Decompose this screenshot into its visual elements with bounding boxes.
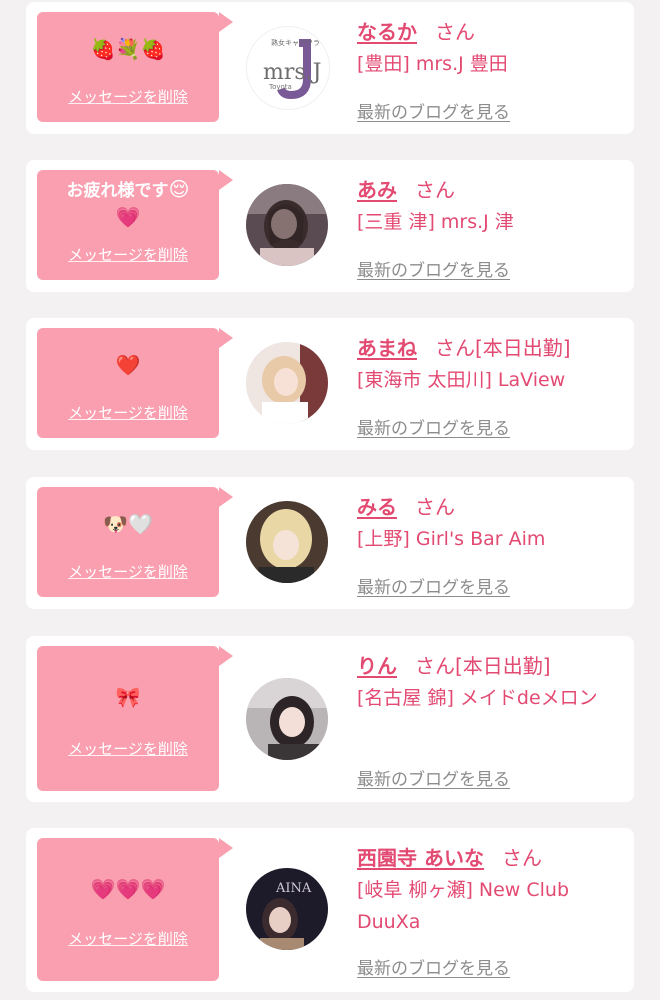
heart-emoji: 💗 <box>115 205 141 229</box>
avatar[interactable] <box>246 501 328 583</box>
girl-name-link[interactable]: 西園寺 あいな <box>357 846 484 870</box>
message-text-body: お疲れ様です <box>66 181 169 201</box>
message-text: ❤️ <box>115 353 141 377</box>
shop-name: [上野] Girl's Bar Aim <box>357 528 546 550</box>
delete-message-link[interactable]: メッセージを削除 <box>37 244 219 265</box>
status-text: [本日出勤] <box>475 336 571 360</box>
mrs-j-logo: 熟女キャバクラ mrs.J Toyota <box>247 27 329 109</box>
honorific: さん <box>415 495 455 519</box>
honorific: さん <box>415 178 455 202</box>
latest-blog-link[interactable]: 最新のブログを見る <box>357 573 510 598</box>
avatar[interactable] <box>246 678 328 760</box>
delete-message-link[interactable]: メッセージを削除 <box>37 402 219 423</box>
avatar[interactable] <box>246 342 328 424</box>
name-line: あみ さん <box>357 174 455 203</box>
girl-name-link[interactable]: あまね <box>357 336 417 360</box>
message-bubble: 🍓💐🍓 メッセージを削除 <box>37 12 233 122</box>
latest-blog-link[interactable]: 最新のブログを見る <box>357 414 510 439</box>
avatar[interactable] <box>246 184 328 266</box>
girl-name-link[interactable]: なるか <box>357 20 417 44</box>
shop-name: [東海市 太田川] LaView <box>357 369 566 391</box>
avatar-photo: AINA <box>246 868 328 950</box>
shop-name: [豊田] mrs.J 豊田 <box>357 53 508 75</box>
avatar-text: AINA <box>275 881 312 896</box>
honorific: さん <box>501 846 542 870</box>
message-bubble: 💗💗💗 メッセージを削除 <box>37 838 233 981</box>
girl-name-link[interactable]: あみ <box>357 178 397 202</box>
message-bubble: 🐶🤍 メッセージを削除 <box>37 487 233 597</box>
honorific: さん <box>435 336 475 360</box>
avatar-photo <box>246 184 328 266</box>
message-text: お疲れ様です😌 <box>37 176 219 204</box>
message-card: 💗💗💗 メッセージを削除 AINA 西園寺 あいな さん [岐阜 柳ヶ瀬] New… <box>26 828 634 992</box>
avatar-photo <box>246 501 328 583</box>
message-card: ❤️ メッセージを削除 あまね さん[本日出勤] [東海市 太田川] LaView… <box>26 318 634 450</box>
honorific: さん <box>415 654 455 678</box>
logo-top-text: 熟女キャバクラ <box>271 38 320 47</box>
message-text: 🎀 <box>115 685 141 709</box>
message-card: 🎀 メッセージを削除 りん さん[本日出勤] [名古屋 錦] メイドdeメロン 最… <box>26 636 634 802</box>
delete-message-link[interactable]: メッセージを削除 <box>37 738 219 759</box>
shop-name: [三重 津] mrs.J 津 <box>357 211 514 233</box>
delete-message-link[interactable]: メッセージを削除 <box>37 86 219 107</box>
delete-message-link[interactable]: メッセージを削除 <box>37 928 219 949</box>
message-card: お疲れ様です😌 💗 メッセージを削除 あみ さん [三重 津] mrs.J 津 最… <box>26 160 634 292</box>
logo-sub-text: Toyota <box>268 83 292 91</box>
message-text: 🍓💐🍓 <box>90 37 166 61</box>
avatar-photo <box>246 342 328 424</box>
avatar-photo <box>246 678 328 760</box>
logo-text: mrs.J <box>263 60 321 85</box>
message-bubble: 🎀 メッセージを削除 <box>37 646 233 791</box>
name-line: りん さん[本日出勤] <box>357 650 551 679</box>
message-text: 🐶🤍 <box>103 512 153 536</box>
girl-name-link[interactable]: りん <box>357 654 397 678</box>
message-card: 🍓💐🍓 メッセージを削除 熟女キャバクラ mrs.J Toyota なるか さん … <box>26 2 634 134</box>
latest-blog-link[interactable]: 最新のブログを見る <box>357 256 510 281</box>
status-text: [本日出勤] <box>455 654 551 678</box>
name-line: みる さん <box>357 491 455 520</box>
avatar[interactable]: AINA <box>246 868 328 950</box>
avatar[interactable]: 熟女キャバクラ mrs.J Toyota <box>246 26 330 110</box>
latest-blog-link[interactable]: 最新のブログを見る <box>357 98 510 123</box>
message-bubble: ❤️ メッセージを削除 <box>37 328 233 438</box>
name-line: 西園寺 あいな さん <box>357 842 542 871</box>
shop-name: [名古屋 錦] メイドdeメロン <box>357 687 598 709</box>
shop-name: [岐阜 柳ヶ瀬] New Club DuuXa <box>357 879 570 933</box>
message-card: 🐶🤍 メッセージを削除 みる さん [上野] Girl's Bar Aim 最新の… <box>26 477 634 609</box>
latest-blog-link[interactable]: 最新のブログを見る <box>357 954 510 979</box>
message-bubble: お疲れ様です😌 💗 メッセージを削除 <box>37 170 233 280</box>
name-line: なるか さん <box>357 16 475 45</box>
message-text: 💗💗💗 <box>90 877 166 901</box>
latest-blog-link[interactable]: 最新のブログを見る <box>357 765 510 790</box>
honorific: さん <box>435 20 475 44</box>
relieved-emoji: 😌 <box>168 177 190 201</box>
girl-name-link[interactable]: みる <box>357 495 397 519</box>
delete-message-link[interactable]: メッセージを削除 <box>37 561 219 582</box>
name-line: あまね さん[本日出勤] <box>357 332 571 361</box>
